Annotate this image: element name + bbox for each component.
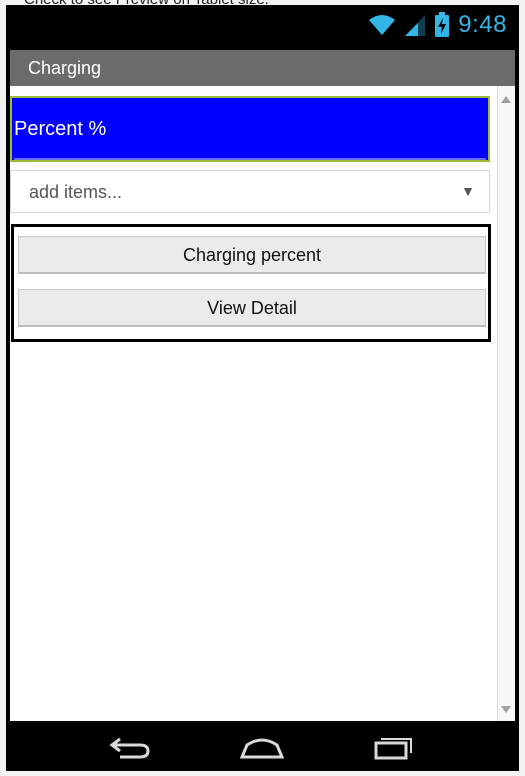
navigation-bar	[6, 721, 519, 771]
view-detail-button[interactable]: View Detail	[18, 289, 486, 327]
add-items-spinner[interactable]: add items... ▼	[10, 170, 490, 213]
back-icon[interactable]	[106, 731, 156, 761]
preview-frame: Check to see Preview on Tablet size. 9:4…	[0, 0, 525, 776]
button-group: Charging percent View Detail	[11, 224, 491, 342]
percent-label-box: Percent %	[10, 96, 490, 162]
recents-icon[interactable]	[368, 731, 418, 761]
percent-underline	[14, 158, 486, 160]
status-clock: 9:48	[458, 11, 507, 38]
app-screen: Percent % add items... ▼ Charging percen…	[10, 86, 515, 721]
home-icon[interactable]	[237, 731, 287, 761]
percent-label: Percent %	[14, 118, 107, 140]
status-bar: 9:48	[6, 5, 519, 50]
device-frame: 9:48 Charging Percent % add items... ▼ C…	[6, 5, 519, 771]
status-icons: 9:48	[368, 11, 507, 39]
app-title-bar: Charging	[10, 50, 515, 86]
battery-charging-icon	[435, 12, 450, 37]
signal-icon	[405, 15, 426, 36]
scroll-up-arrow-icon[interactable]	[501, 96, 511, 103]
scroll-down-arrow-icon[interactable]	[501, 706, 511, 713]
wifi-icon	[369, 15, 396, 35]
spinner-placeholder: add items...	[29, 182, 123, 202]
dropdown-arrow-icon: ▼	[461, 183, 475, 199]
vertical-scrollbar[interactable]	[497, 86, 515, 721]
charging-percent-button[interactable]: Charging percent	[18, 236, 486, 274]
app-title: Charging	[28, 58, 102, 78]
